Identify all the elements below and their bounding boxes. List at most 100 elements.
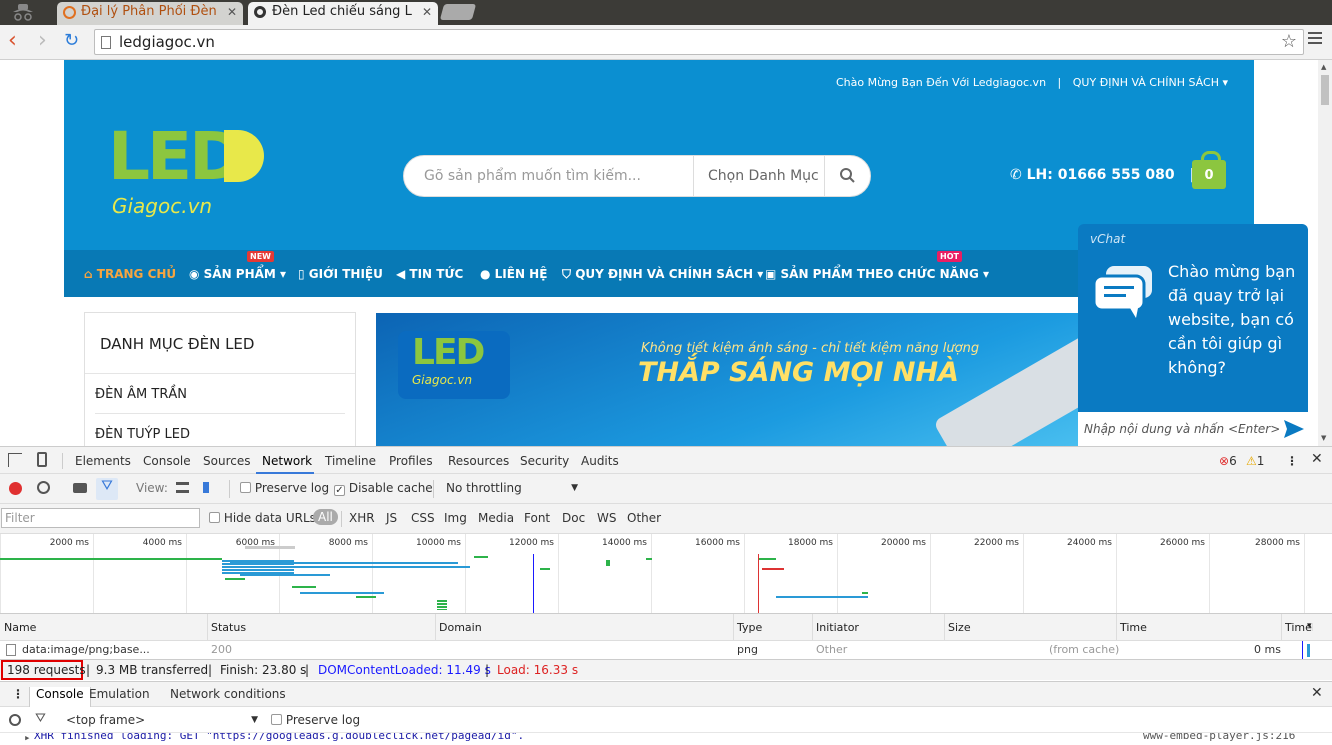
type-filter-other[interactable]: Other [627,511,661,525]
browser-tab-2-active[interactable]: Đèn Led chiếu sáng L ✕ [248,2,438,25]
forward-icon[interactable]: › [38,30,47,52]
overview-icon[interactable] [203,482,217,493]
clear-console-icon[interactable] [9,714,21,726]
type-filter-all[interactable]: All [313,509,338,525]
cart-button[interactable]: 0 [1192,151,1226,189]
drawer-tab-network-conditions[interactable]: Network conditions [170,687,286,701]
context-select[interactable]: <top frame> ▼ [66,713,260,727]
browser-tab-1[interactable]: Đại lý Phân Phối Đèn ✕ [57,2,243,25]
tab-audits[interactable]: Audits [581,454,619,468]
column-name[interactable]: Name [4,621,36,634]
close-devtools-icon[interactable]: ✕ [1311,451,1323,467]
tab-resources[interactable]: Resources [448,454,509,468]
close-drawer-icon[interactable]: ✕ [1311,685,1323,701]
timeline-tick: 26000 ms [1116,534,1209,613]
inspect-element-icon[interactable] [8,453,22,467]
nav-policy[interactable]: ⛉ QUY ĐỊNH VÀ CHÍNH SÁCH ▾ [562,267,763,282]
tab-elements[interactable]: Elements [75,454,131,468]
drawer-tab-console[interactable]: Console [29,687,91,708]
page-icon [101,36,111,49]
filter-input[interactable]: Filter [1,508,200,528]
drawer-tab-emulation[interactable]: Emulation [89,687,150,701]
nav-news[interactable]: ◀ TIN TỨC [396,267,463,281]
tab-profiles[interactable]: Profiles [389,454,433,468]
nav-by-function[interactable]: ▣ SẢN PHẨM THEO CHỨC NĂNG ▾ HOT [765,251,989,281]
type-filter-img[interactable]: Img [444,511,467,525]
nav-home[interactable]: ⌂ TRANG CHỦ [84,267,176,281]
request-bar [245,546,295,549]
reload-icon[interactable]: ↻ [64,30,79,52]
tab-sources[interactable]: Sources [203,454,250,468]
search-button[interactable] [824,156,870,196]
send-icon[interactable] [1284,420,1304,441]
column-type[interactable]: Type [737,621,762,634]
column-time[interactable]: Time [1120,621,1147,634]
site-logo[interactable]: LED [108,124,244,190]
requests-count: 198 requests [1,660,86,680]
capture-screenshots-icon[interactable] [73,483,87,493]
tab-console[interactable]: Console [143,454,191,468]
sort-icon[interactable]: ▾ [1307,621,1312,631]
tab-timeline[interactable]: Timeline [325,454,376,468]
type-filter-font[interactable]: Font [524,511,550,525]
type-filter-ws[interactable]: WS [597,511,616,525]
warning-count[interactable]: ⚠1 [1246,454,1264,468]
type-filter-js[interactable]: JS [386,511,397,525]
vchat-input[interactable]: Nhập nội dung và nhấn <Enter> [1078,412,1308,446]
console-preserve-log-checkbox[interactable]: Preserve log [271,713,360,727]
site-favicon-icon [254,6,266,18]
type-filter-css[interactable]: CSS [411,511,435,525]
disable-cache-checkbox[interactable]: Disable cache [334,481,433,496]
network-overview-timeline[interactable]: 2000 ms 4000 ms 6000 ms 8000 ms 10000 ms… [0,534,1332,614]
category-select[interactable]: Chọn Danh Mục [693,156,824,196]
column-status[interactable]: Status [211,621,246,634]
filter-icon[interactable]: ⛛ [96,478,118,500]
type-filter-xhr[interactable]: XHR [349,511,375,525]
drawer-menu-icon[interactable]: ⋮ [12,687,24,701]
console-message-source[interactable]: www-embed-player.js:216 [1143,733,1295,742]
devtools-menu-icon[interactable]: ⋮ [1286,454,1298,468]
type-filter-media[interactable]: Media [478,511,514,525]
console-filter-icon[interactable]: ⛛ [35,711,46,726]
back-icon[interactable]: ‹ [8,30,17,52]
tab-security[interactable]: Security [520,454,569,468]
page-scrollbar[interactable]: ▲ ▼ [1318,60,1332,446]
sidebar-item[interactable]: ĐÈN TUÝP LED [95,427,190,442]
home-icon: ⌂ [84,267,97,281]
type-filter-doc[interactable]: Doc [562,511,585,525]
record-icon[interactable] [9,482,22,495]
policy-dropdown-link[interactable]: QUY ĐỊNH VÀ CHÍNH SÁCH ▾ [1073,76,1228,89]
throttling-select[interactable]: No throttling ▼ [446,481,580,495]
hero-banner[interactable]: LED Giagoc.vn Không tiết kiệm ánh sáng -… [376,313,1086,446]
chat-bubble-icon [1092,266,1154,318]
search-input[interactable]: Gõ sản phẩm muốn tìm kiếm... [424,168,641,184]
column-size[interactable]: Size [948,621,971,634]
bookmark-star-icon[interactable]: ☆ [1281,31,1297,52]
nav-products[interactable]: ◉ SẢN PHẨM ▾ NEW [189,251,286,281]
expand-triangle-icon[interactable]: ▸ [24,733,31,744]
sidebar-item[interactable]: ĐÈN ÂM TRẦN [95,387,187,402]
tab-network[interactable]: Network [262,454,312,468]
load-marker [758,554,759,613]
device-mode-icon[interactable] [37,452,47,467]
timeline-tick: 20000 ms [837,534,930,613]
column-domain[interactable]: Domain [439,621,482,634]
address-bar[interactable]: ledgiagoc.vn ☆ [94,29,1304,55]
new-tab-button[interactable] [439,4,477,20]
table-row[interactable]: data:image/png;base... 200 png Other (fr… [0,641,1332,660]
error-count[interactable]: ⊗6 [1219,454,1237,468]
large-rows-icon[interactable] [176,482,189,493]
bookmark-icon: ▯ [298,267,309,281]
close-tab-icon[interactable]: ✕ [422,5,432,19]
close-tab-icon[interactable]: ✕ [227,5,237,19]
nav-about[interactable]: ▯ GIỚI THIỆU [298,267,383,281]
network-filter-bar: Filter Hide data URLs All XHR JS CSS Img… [0,504,1332,534]
hide-data-urls-checkbox[interactable]: Hide data URLs [209,511,316,525]
column-initiator[interactable]: Initiator [816,621,859,634]
preserve-log-checkbox[interactable]: Preserve log [240,481,329,495]
vchat-widget[interactable]: vChat Chào mừng bạn đã quay trở lại webs… [1078,224,1308,446]
nav-contact[interactable]: ● LIÊN HỆ [480,267,547,281]
timeline-tick: 10000 ms [372,534,465,613]
menu-icon[interactable] [1308,32,1322,46]
clear-icon[interactable] [37,481,50,494]
